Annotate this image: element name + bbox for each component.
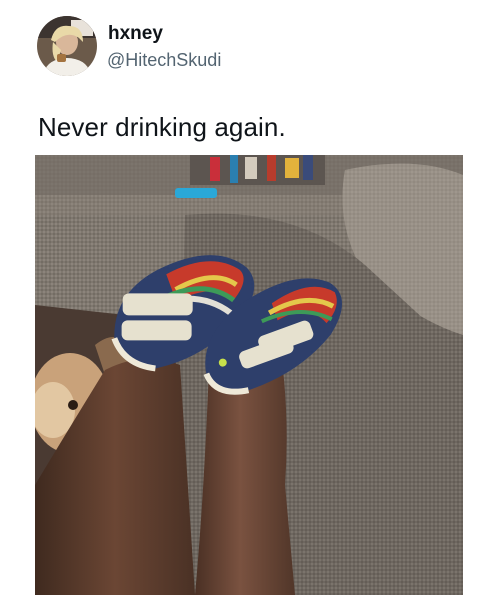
tweet-card: hxney @HitechSkudi Never drinking again.: [0, 0, 500, 597]
user-avatar-icon: [37, 16, 97, 76]
author-handle[interactable]: @HitechSkudi: [107, 50, 221, 71]
tweet-text: Never drinking again.: [38, 112, 286, 142]
author-display-name[interactable]: hxney: [108, 23, 163, 45]
tweet-photo[interactable]: [35, 155, 463, 595]
photo-image: [35, 155, 463, 595]
author-avatar[interactable]: [37, 16, 97, 76]
